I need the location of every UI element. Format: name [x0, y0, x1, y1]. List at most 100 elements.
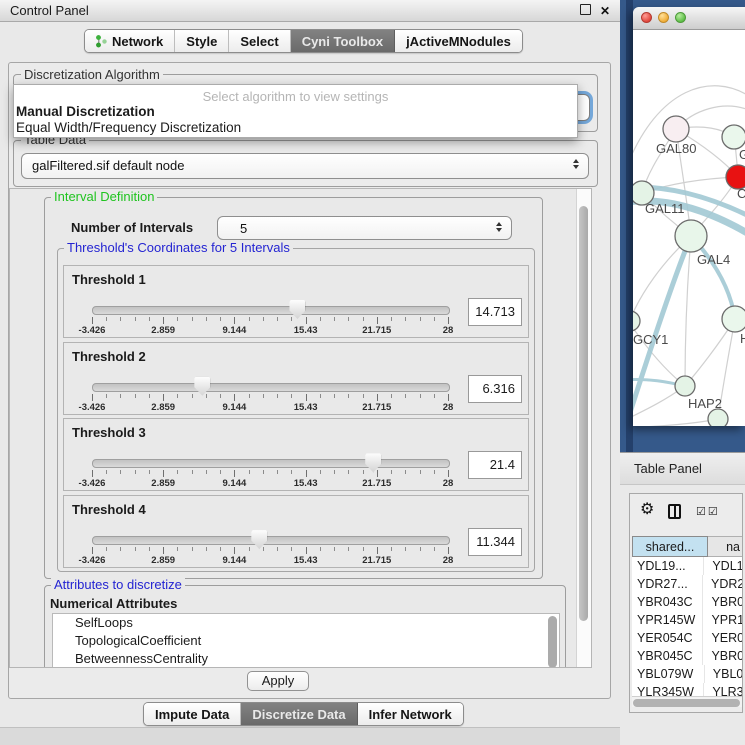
table-cell-shared-name[interactable]: YER054C: [632, 629, 703, 647]
table-hscrollbar-thumb[interactable]: [633, 699, 740, 707]
checkbox-filter-icons[interactable]: ☑☑: [696, 505, 720, 518]
table-column-header-name[interactable]: na: [708, 536, 742, 557]
close-traffic-light-icon[interactable]: [641, 12, 652, 23]
table-row[interactable]: YLR345WYLR3: [632, 683, 742, 696]
slider-track[interactable]: [92, 459, 450, 468]
table-cell-name[interactable]: YDR2: [703, 575, 742, 593]
table-row[interactable]: YBR043CYBR0: [632, 593, 742, 611]
tab-cyni-toolbox[interactable]: Cyni Toolbox: [291, 30, 395, 52]
network-node[interactable]: [663, 116, 689, 142]
tick-mark: [434, 470, 435, 474]
tick-mark: [291, 470, 292, 474]
tick-mark: [291, 394, 292, 398]
table-cell-shared-name[interactable]: YBR043C: [632, 593, 703, 611]
threshold-panel: Threshold 3 -3.4262.8599.14415.4321.7152…: [63, 418, 529, 491]
tick-mark: [206, 317, 207, 321]
tab-infer-network[interactable]: Infer Network: [358, 703, 463, 725]
table-hscrollbar-track[interactable]: [632, 696, 742, 707]
table-cell-shared-name[interactable]: YBR045C: [632, 647, 703, 665]
table-column-header-shared[interactable]: shared...: [632, 536, 708, 557]
table-cell-name[interactable]: YER0: [703, 629, 742, 647]
table-row[interactable]: YDR27...YDR2: [632, 575, 742, 593]
axis-label: 15.43: [294, 402, 318, 413]
float-window-icon[interactable]: [580, 3, 591, 18]
spinner-arrows-icon: [496, 222, 502, 232]
gear-icon[interactable]: ⚙: [640, 502, 654, 518]
axis-label: 28: [443, 555, 454, 566]
table-cell-shared-name[interactable]: YBL079W: [632, 665, 705, 683]
network-graph[interactable]: GAL80GACGAL11GAL4GCY1HHAP2: [633, 30, 745, 426]
threshold-value-field[interactable]: 14.713: [468, 298, 522, 326]
table-cell-name[interactable]: YBR0: [703, 593, 742, 611]
algorithm-option-manual[interactable]: Manual Discretization: [14, 104, 577, 120]
network-node[interactable]: [675, 376, 695, 396]
list-scrollbar-thumb[interactable]: [548, 616, 557, 668]
number-of-intervals-spinner[interactable]: 5: [217, 216, 512, 240]
tab-jactivemnodules[interactable]: jActiveMNodules: [395, 30, 522, 52]
slider-track[interactable]: [92, 383, 450, 392]
top-tab-strip: Network Style SelectCyni Toolbox jActiveMNo…: [84, 29, 523, 53]
apply-button[interactable]: Apply: [247, 671, 309, 691]
tab-discretize-data[interactable]: Discretize Data: [241, 703, 357, 725]
tick-mark: [420, 394, 421, 398]
table-row[interactable]: YBR045CYBR0: [632, 647, 742, 665]
table-cell-shared-name[interactable]: YLR345W: [632, 683, 704, 696]
network-node[interactable]: [633, 311, 640, 331]
threshold-value-field[interactable]: 21.4: [468, 451, 522, 479]
tab-impute-data[interactable]: Impute Data: [144, 703, 241, 725]
threshold-coordinates-group: Threshold's Coordinates for 5 Intervals …: [57, 248, 535, 572]
network-node-label: H: [740, 331, 745, 346]
table-row[interactable]: YPR145WYPR1: [632, 611, 742, 629]
tab-label: Infer Network: [369, 707, 452, 722]
network-node[interactable]: [722, 306, 745, 332]
table-row[interactable]: YBL079WYBL0: [632, 665, 742, 683]
network-node[interactable]: [722, 125, 745, 149]
minimize-traffic-light-icon[interactable]: [658, 12, 669, 23]
settings-scrollbar-thumb[interactable]: [579, 206, 588, 621]
tick-mark: [249, 394, 250, 398]
settings-scrollbar-track[interactable]: [576, 189, 591, 667]
numerical-attributes-list[interactable]: SelfLoopsTopologicalCoefficientBetweenne…: [52, 613, 560, 668]
tab-label: jActiveMNodules: [406, 34, 511, 49]
tab-style[interactable]: Style: [175, 30, 229, 52]
table-row[interactable]: YER054CYER0: [632, 629, 742, 647]
tick-mark: [249, 317, 250, 321]
tab-select[interactable]: Select: [229, 30, 290, 52]
threshold-coordinates-group-title: Threshold's Coordinates for 5 Intervals: [64, 241, 293, 255]
slider-track[interactable]: [92, 306, 450, 315]
table-cell-name[interactable]: YPR1: [703, 611, 742, 629]
attribute-list-item[interactable]: SelfLoops: [53, 614, 559, 632]
algorithm-option-equal-width[interactable]: Equal Width/Frequency Discretization: [14, 120, 577, 136]
table-cell-shared-name[interactable]: YPR145W: [632, 611, 703, 629]
close-window-icon[interactable]: ✕: [600, 5, 610, 17]
zoom-traffic-light-icon[interactable]: [675, 12, 686, 23]
attribute-list-item[interactable]: BetweennessCentrality: [53, 650, 559, 668]
table-data-combobox[interactable]: galFiltered.sif default node: [21, 153, 589, 179]
tab-label: Style: [186, 34, 217, 49]
threshold-value-field[interactable]: 6.316: [468, 375, 522, 403]
algorithm-dropdown-popup: Select algorithm to view settings Manual…: [13, 84, 578, 138]
table-cell-name[interactable]: YDL1: [704, 557, 742, 575]
table-cell-name[interactable]: YLR3: [704, 683, 742, 696]
slider-track[interactable]: [92, 536, 450, 545]
tick-mark: [405, 547, 406, 551]
columns-icon[interactable]: [668, 504, 681, 519]
table-cell-name[interactable]: YBR0: [703, 647, 742, 665]
algorithm-popup-hint: Select algorithm to view settings: [14, 89, 577, 104]
attribute-list-item[interactable]: TopologicalCoefficient: [53, 632, 559, 650]
table-cell-shared-name[interactable]: YDR27...: [632, 575, 703, 593]
network-canvas[interactable]: GAL80GACGAL11GAL4GCY1HHAP2: [633, 30, 745, 426]
tick-mark: [263, 470, 264, 474]
table-row[interactable]: YDL19...YDL1: [632, 557, 742, 575]
table-cell-shared-name[interactable]: YDL19...: [632, 557, 704, 575]
settings-scrollpane: Interval Definition Number of Intervals …: [9, 188, 592, 668]
table-cell-name[interactable]: YBL0: [705, 665, 742, 683]
network-node[interactable]: [708, 409, 728, 426]
tick-mark: [334, 394, 335, 398]
network-node[interactable]: [675, 220, 707, 252]
tick-mark: [249, 547, 250, 551]
threshold-value-field[interactable]: 11.344: [468, 528, 522, 556]
control-panel-title: Control Panel: [10, 3, 571, 18]
tab-network[interactable]: Network: [85, 30, 175, 52]
slider-ticks: [92, 317, 449, 325]
